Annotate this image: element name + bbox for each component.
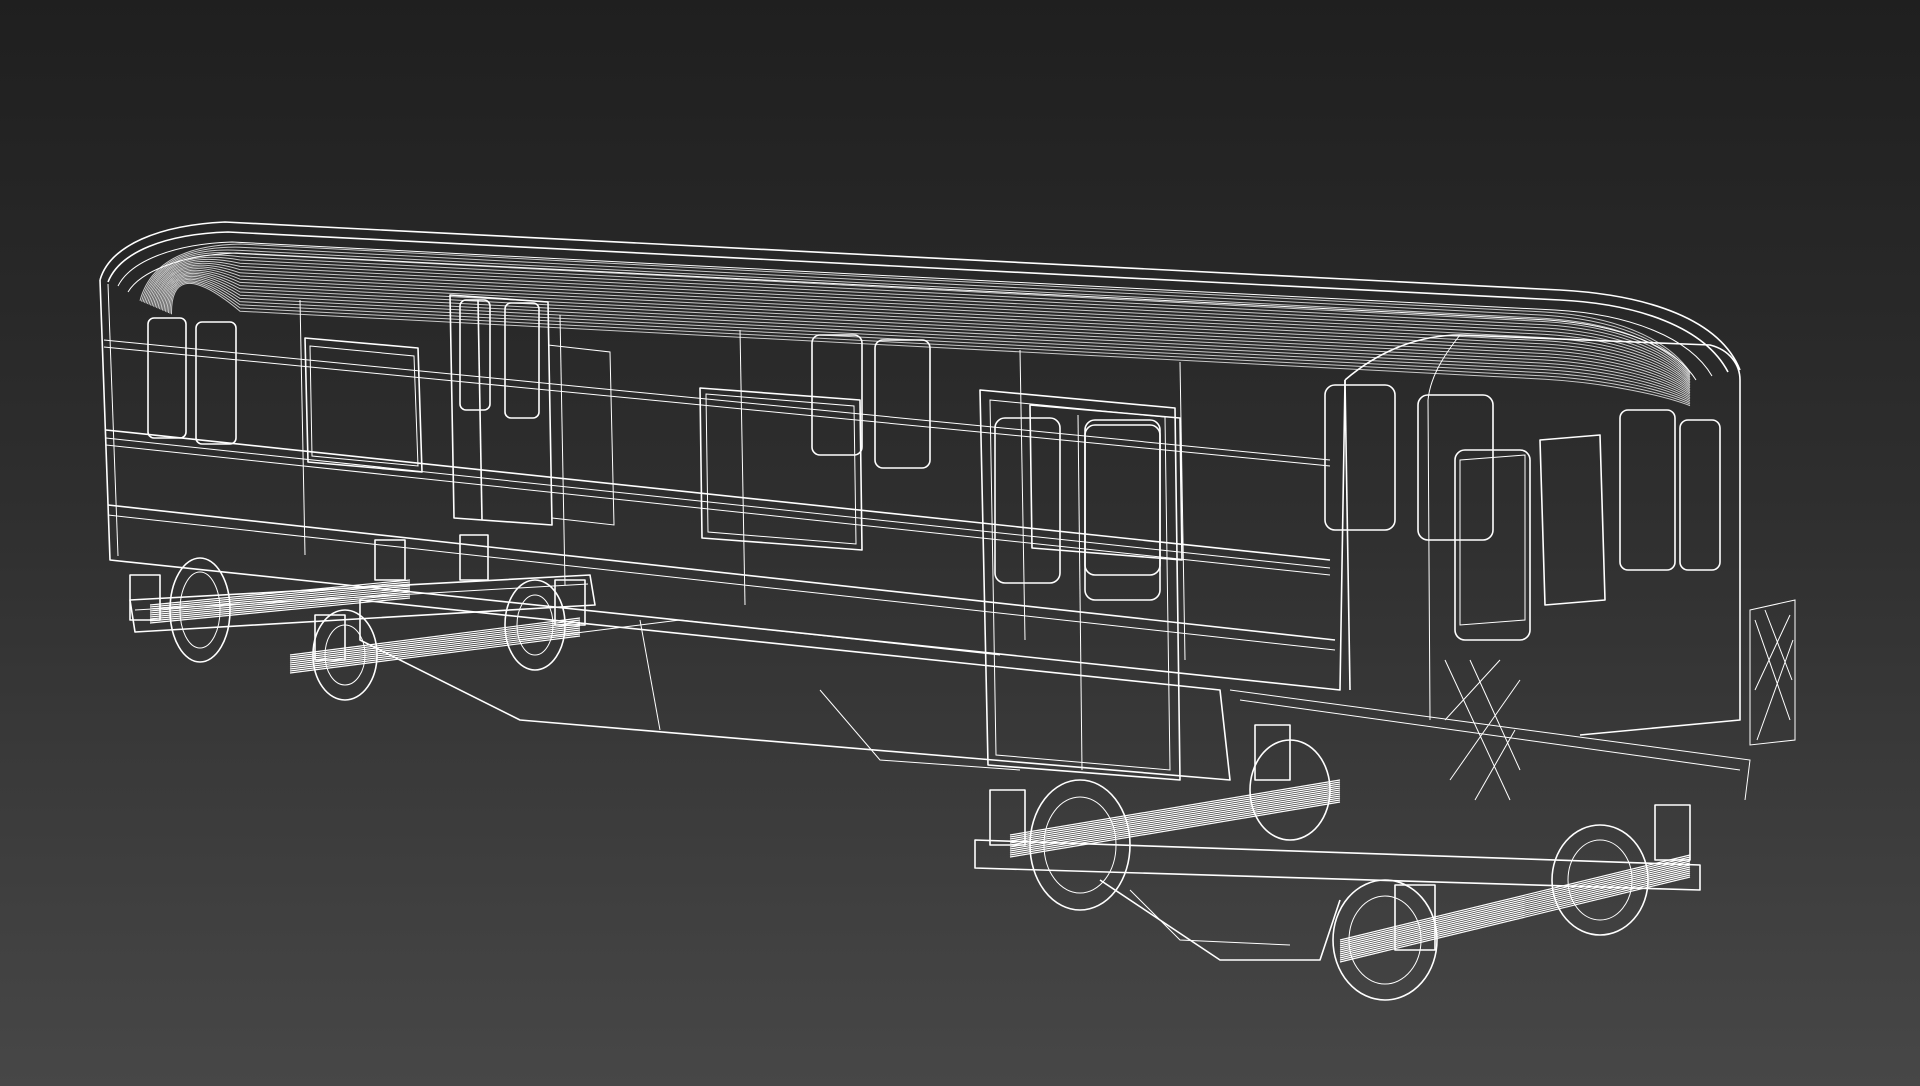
axle-line: [1009, 797, 1341, 854]
axle-line: [1009, 783, 1341, 840]
axle-line: [1009, 781, 1341, 838]
axle-line: [1009, 779, 1341, 836]
axle-line: [289, 625, 581, 664]
roof: [99, 221, 1741, 407]
axle-line: [289, 617, 581, 656]
axle-line: [149, 581, 411, 608]
axle-line: [1339, 868, 1691, 955]
axle-line: [1009, 801, 1341, 858]
axle-line: [1339, 858, 1691, 945]
car-end-cap: [1344, 334, 1796, 801]
axle-line: [1339, 874, 1691, 961]
axle-line: [1339, 854, 1691, 941]
car-body-side: [99, 279, 1346, 691]
front-bogie: [974, 724, 1701, 1001]
axle-line: [149, 589, 411, 616]
axle-line: [1009, 785, 1341, 842]
axle-line: [149, 595, 411, 622]
axle-line: [289, 621, 581, 660]
axle-line: [149, 585, 411, 612]
3d-viewport[interactable]: [0, 0, 1920, 1086]
axle-line: [1339, 862, 1691, 949]
roof-rib: [141, 246, 1691, 374]
axle-line: [1339, 864, 1691, 951]
doors: [449, 294, 1181, 781]
axle-line: [289, 619, 581, 658]
axle-line: [289, 631, 581, 670]
axle-line: [1339, 866, 1691, 953]
axle-line: [289, 633, 581, 672]
axle-line: [289, 629, 581, 668]
axle-line: [1339, 860, 1691, 947]
axle-line: [1339, 856, 1691, 943]
axle-line: [289, 623, 581, 662]
axle-line: [149, 591, 411, 618]
axle-line: [1339, 876, 1691, 963]
axle-line: [1009, 787, 1341, 844]
axle-line: [1009, 791, 1341, 848]
subway-car-wireframe-icon: [99, 221, 1796, 1001]
axle-line: [1009, 795, 1341, 852]
roof-rib: [142, 249, 1691, 376]
axle-line: [1009, 789, 1341, 846]
